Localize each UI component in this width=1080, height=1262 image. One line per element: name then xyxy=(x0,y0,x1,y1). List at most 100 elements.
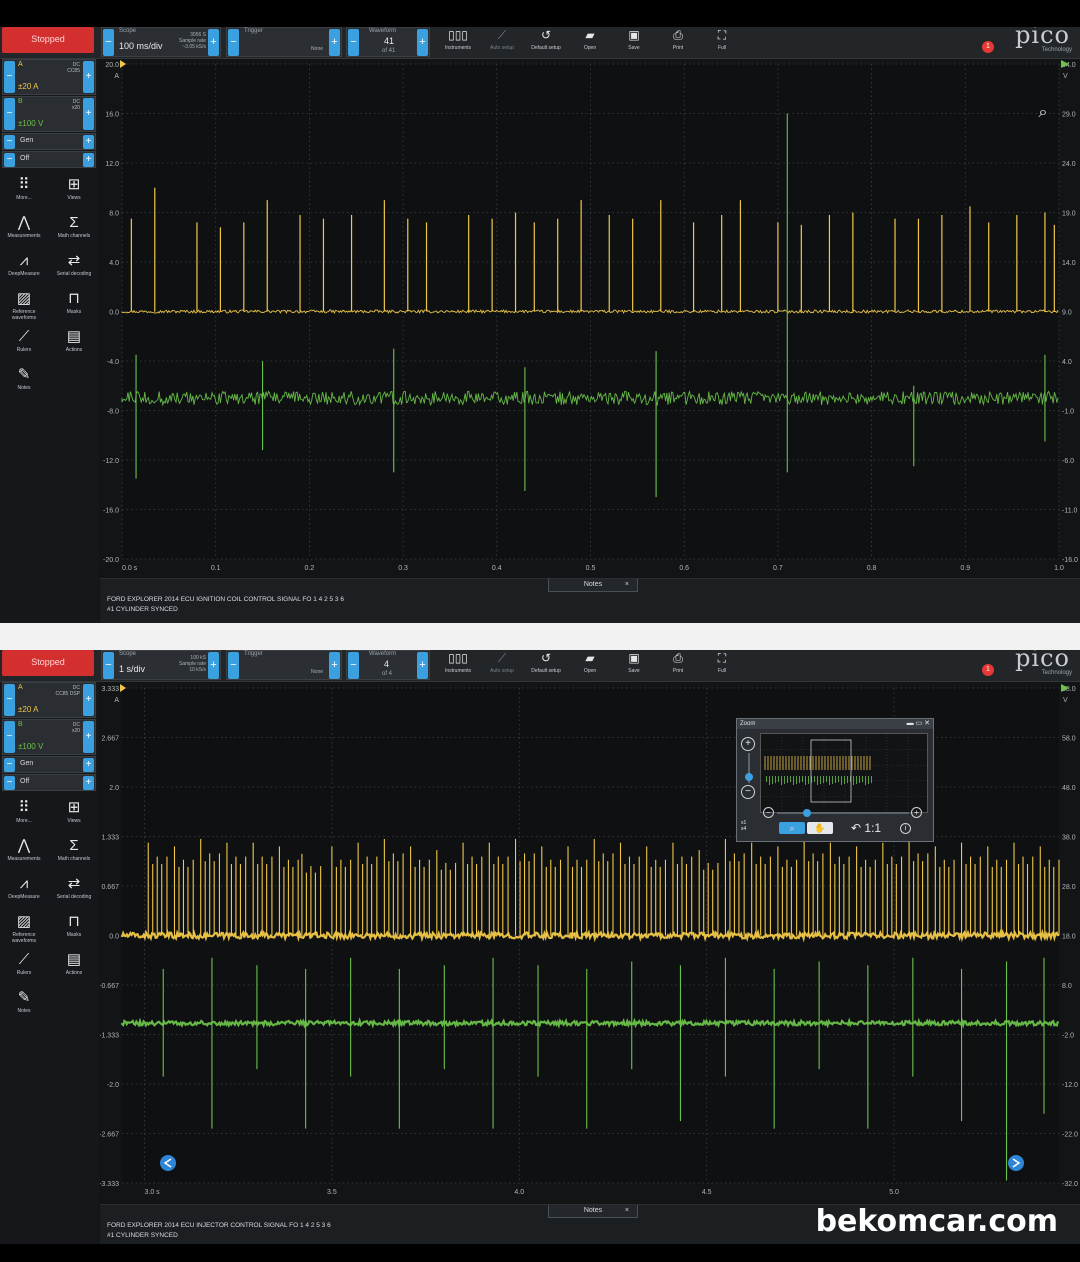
zoom-out-icon[interactable]: − xyxy=(741,785,755,799)
auto-setup-button[interactable]: ⟋ Auto setup xyxy=(480,27,524,57)
open-button[interactable]: ▰ Open xyxy=(568,27,612,57)
alert-badge[interactable]: 1 xyxy=(982,41,994,53)
notes-button[interactable]: ✎ Notes xyxy=(0,365,48,401)
print-button[interactable]: ⎙ Print xyxy=(656,650,700,680)
zoom-window-header[interactable]: Zoom ▬ ▭ ✕ xyxy=(737,719,933,729)
channel-range-decrease-button[interactable]: − xyxy=(4,684,15,716)
channel-coupling[interactable]: DC CC85 DSP xyxy=(56,685,80,697)
channel-range-increase-button[interactable]: + xyxy=(83,98,94,130)
math-channels-button[interactable]: Σ Math channels xyxy=(50,836,98,872)
waveform-previous-button[interactable]: − xyxy=(348,29,359,56)
auto-setup-button[interactable]: ⟋ Auto setup xyxy=(480,650,524,680)
full-button[interactable]: ⛶ Full xyxy=(700,27,744,57)
scroll-right-icon[interactable] xyxy=(1008,1155,1024,1171)
waveform-index[interactable]: 41 xyxy=(384,36,394,46)
generator-control[interactable]: − Gen + xyxy=(2,756,96,773)
channel-a-control[interactable]: − A DC CC85 DSP ±20 A + xyxy=(2,682,96,718)
actions-button[interactable]: ▤ Actions xyxy=(50,327,98,363)
rulers-button[interactable]: ⟋ Rulers xyxy=(0,327,48,363)
deepmeasure-button[interactable]: ⩘ DeepMeasure xyxy=(0,874,48,910)
notes-button[interactable]: ✎ Notes xyxy=(0,988,48,1024)
waveform-plot[interactable]: 20.0 34.0 16.0 29.0 12.0 24.0 8.0 19.0 4.0 14.0 0.… xyxy=(100,59,1080,579)
channel-coupling[interactable]: DC x20 xyxy=(72,99,80,111)
channel-range-increase-button[interactable]: + xyxy=(83,721,94,753)
actions-button[interactable]: ▤ Actions xyxy=(50,950,98,986)
default-setup-button[interactable]: ↺ Default setup xyxy=(524,650,568,680)
window-controls-icon[interactable]: ▬ ▭ ✕ xyxy=(907,719,930,729)
full-button[interactable]: ⛶ Full xyxy=(700,650,744,680)
timebase-value[interactable]: 100 ms/div xyxy=(119,41,163,51)
channel-range-decrease-button[interactable]: − xyxy=(4,98,15,130)
channel-range[interactable]: ±20 A xyxy=(18,705,38,714)
waveform-next-button[interactable]: + xyxy=(417,29,428,56)
serial-decoding-button[interactable]: ⇄ Serial decoding xyxy=(50,874,98,910)
waveform-index[interactable]: 4 xyxy=(384,659,389,669)
save-button[interactable]: ▣ Save xyxy=(612,27,656,57)
trigger-increase-button[interactable]: + xyxy=(329,29,340,56)
save-button[interactable]: ▣ Save xyxy=(612,650,656,680)
instruments-button[interactable]: ▯▯▯ Instruments xyxy=(436,27,480,57)
timebase-increase-button[interactable]: + xyxy=(208,652,219,679)
generator-state-increase-button[interactable]: + xyxy=(83,776,94,790)
masks-button[interactable]: ⊓ Masks xyxy=(50,912,98,948)
scroll-left-icon[interactable] xyxy=(160,1155,176,1171)
generator-decrease-button[interactable]: − xyxy=(4,758,15,772)
notes-tab[interactable]: Notes × xyxy=(548,1205,638,1218)
generator-state-increase-button[interactable]: + xyxy=(83,153,94,167)
print-button[interactable]: ⎙ Print xyxy=(656,27,700,57)
channel-a-control[interactable]: − A DC CC85 ±20 A + xyxy=(2,59,96,95)
more-button[interactable]: ⠿ More... xyxy=(0,175,48,211)
stopped-button[interactable]: Stopped xyxy=(2,27,94,53)
channel-coupling[interactable]: DC CC85 xyxy=(67,62,80,74)
zoom-in-icon[interactable]: + xyxy=(741,737,755,751)
channel-b-control[interactable]: − B DC x20 ±100 V + xyxy=(2,719,96,755)
waveform-next-button[interactable]: + xyxy=(417,652,428,679)
generator-control[interactable]: − Gen + xyxy=(2,133,96,150)
generator-state-control[interactable]: − Off + xyxy=(2,774,96,791)
more-button[interactable]: ⠿ More... xyxy=(0,798,48,834)
generator-increase-button[interactable]: + xyxy=(83,135,94,149)
reference-waveforms-button[interactable]: ▨ Reference waveforms xyxy=(0,289,48,325)
masks-button[interactable]: ⊓ Masks xyxy=(50,289,98,325)
stopped-button[interactable]: Stopped xyxy=(2,650,94,676)
info-icon[interactable]: i xyxy=(900,823,911,834)
instruments-button[interactable]: ▯▯▯ Instruments xyxy=(436,650,480,680)
notes-tab[interactable]: Notes × xyxy=(548,579,638,592)
serial-decoding-button[interactable]: ⇄ Serial decoding xyxy=(50,251,98,287)
horizontal-zoom-out-icon[interactable]: − xyxy=(763,807,774,818)
alert-badge[interactable]: 1 xyxy=(982,664,994,676)
trigger-decrease-button[interactable]: − xyxy=(228,29,239,56)
zoom-overview-preview[interactable] xyxy=(760,733,928,813)
generator-state-decrease-button[interactable]: − xyxy=(4,776,15,790)
timebase-decrease-button[interactable]: − xyxy=(103,29,114,56)
timebase-increase-button[interactable]: + xyxy=(208,29,219,56)
timebase-value[interactable]: 1 s/div xyxy=(119,664,145,674)
zoom-reset-ratio[interactable]: ↶ 1:1 xyxy=(851,821,881,835)
generator-state-control[interactable]: − Off + xyxy=(2,151,96,168)
reference-waveforms-button[interactable]: ▨ Reference waveforms xyxy=(0,912,48,948)
timebase-decrease-button[interactable]: − xyxy=(103,652,114,679)
math-channels-button[interactable]: Σ Math channels xyxy=(50,213,98,249)
channel-range-increase-button[interactable]: + xyxy=(83,684,94,716)
generator-decrease-button[interactable]: − xyxy=(4,135,15,149)
channel-range[interactable]: ±20 A xyxy=(18,82,38,91)
channel-range-decrease-button[interactable]: − xyxy=(4,61,15,93)
close-icon[interactable]: × xyxy=(625,1205,629,1217)
waveform-previous-button[interactable]: − xyxy=(348,652,359,679)
channel-range-decrease-button[interactable]: − xyxy=(4,721,15,753)
waveform-chart[interactable]: 20.0 34.016.0 29.012.0 24.08.0 19.04.0 14.00.… xyxy=(100,59,1080,579)
measurements-button[interactable]: ⋀ Measurements xyxy=(0,213,48,249)
horizontal-zoom-in-icon[interactable]: + xyxy=(911,807,922,818)
generator-increase-button[interactable]: + xyxy=(83,758,94,772)
zoom-tool-magnifier-icon[interactable]: ⌕ xyxy=(779,822,805,834)
measurements-button[interactable]: ⋀ Measurements xyxy=(0,836,48,872)
zoom-overview-window[interactable]: Zoom ▬ ▭ ✕ + − − + x1 x4 ⌕ ✋ ↶ 1:1 i xyxy=(736,718,934,842)
trigger-increase-button[interactable]: + xyxy=(329,652,340,679)
deepmeasure-button[interactable]: ⩘ DeepMeasure xyxy=(0,251,48,287)
trigger-decrease-button[interactable]: − xyxy=(228,652,239,679)
horizontal-zoom-slider-knob[interactable] xyxy=(803,809,811,817)
channel-range-increase-button[interactable]: + xyxy=(83,61,94,93)
zoom-tool-hand-icon[interactable]: ✋ xyxy=(807,822,833,834)
channel-b-control[interactable]: − B DC x20 ±100 V + xyxy=(2,96,96,132)
channel-range[interactable]: ±100 V xyxy=(18,119,43,128)
